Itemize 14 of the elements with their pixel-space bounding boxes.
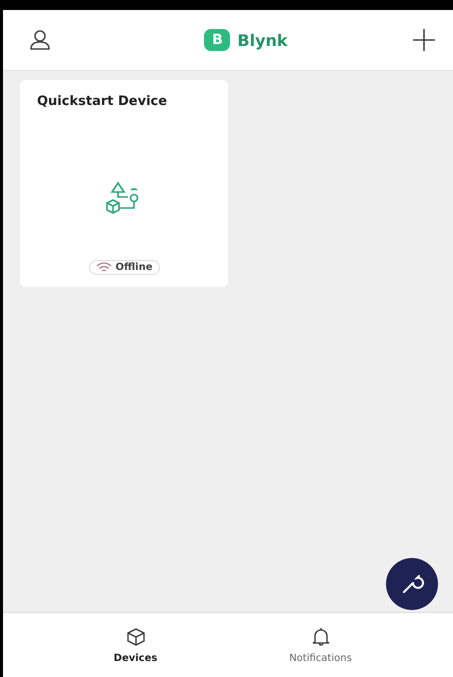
tools-button[interactable] [386, 558, 438, 610]
nav-tab[interactable]: Notifications [266, 613, 376, 677]
add-icon[interactable] [410, 27, 437, 53]
profile-icon[interactable] [29, 29, 51, 51]
device-card[interactable]: Quickstart Device Offline [20, 80, 228, 287]
device-name: Quickstart Device [37, 94, 168, 109]
nav-tab[interactable]: Devices [80, 613, 190, 677]
wrench-icon [400, 572, 424, 596]
app-title: Blynk [237, 30, 288, 50]
bell-icon [310, 626, 330, 646]
logo-mark: B [204, 29, 230, 51]
wifi-icon [96, 262, 112, 273]
status-text: Offline [116, 262, 152, 273]
cube-icon [126, 626, 146, 646]
